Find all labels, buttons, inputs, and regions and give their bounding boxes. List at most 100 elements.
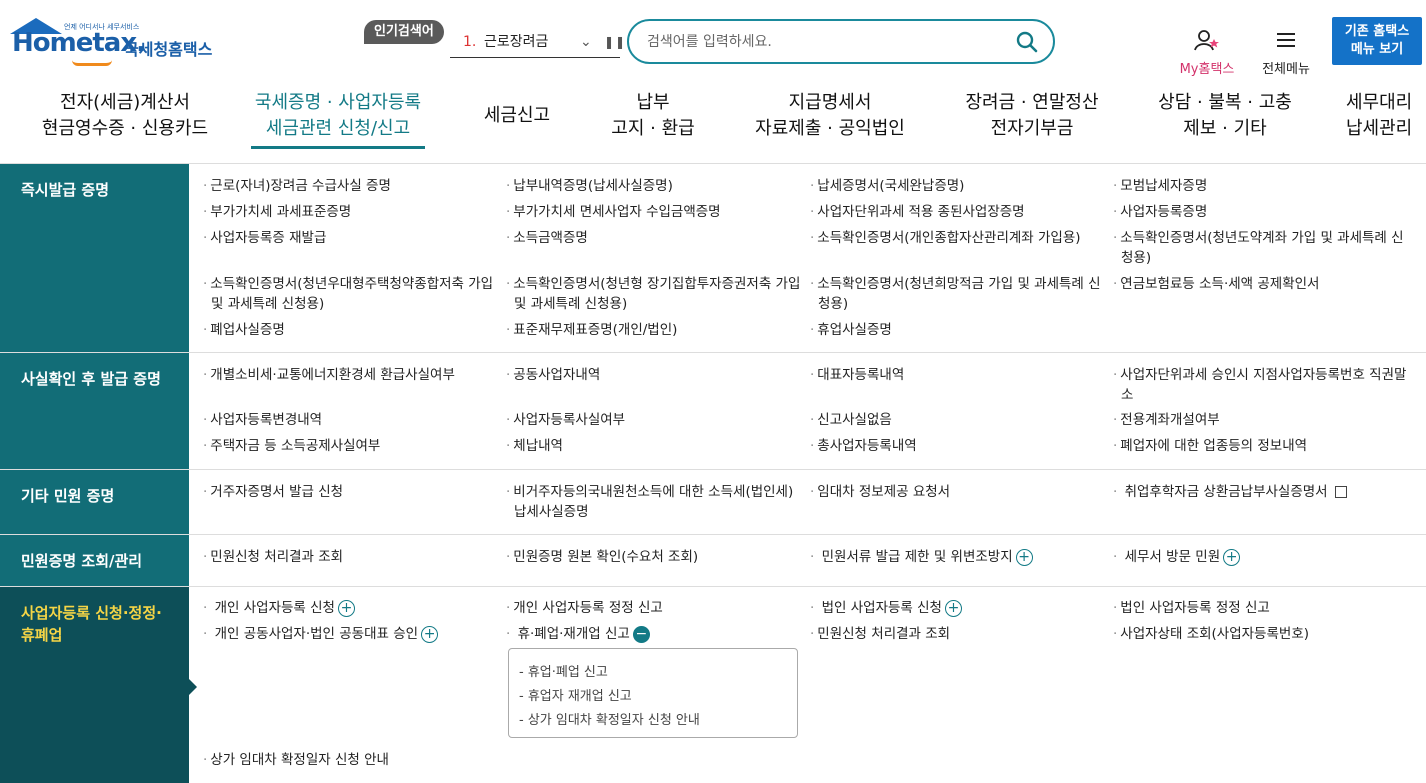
nav-item-incentive[interactable]: 장려금 · 연말정산 전자기부금 — [956, 90, 1108, 142]
menu-item[interactable]: 사업자단위과세 적용 종된사업장증명 — [810, 202, 1024, 222]
classic-label-1: 기존 홈택스 — [1344, 24, 1410, 39]
menu-item[interactable]: 소득확인증명서(청년도약계좌 가입 및 과세특례 신 — [1113, 228, 1403, 248]
menu-item[interactable]: 사업자단위과세 승인시 지점사업자등록번호 직권말 — [1113, 365, 1406, 385]
search-input[interactable] — [647, 29, 1007, 55]
menu-item[interactable]: 폐업자에 대한 업종등의 정보내역 — [1113, 436, 1307, 456]
user-icon — [1194, 30, 1219, 51]
menu-item-cont[interactable]: 소 — [1121, 385, 1133, 405]
menu-item[interactable]: 신고사실없음 — [810, 410, 892, 430]
menu-item[interactable]: 사업자등록사실여부 — [506, 410, 625, 430]
menu-item-cont[interactable]: 및 과세특례 신청용) — [514, 294, 627, 314]
menu-item[interactable]: 총사업자등록내역 — [810, 436, 916, 456]
nav-item-tax-report[interactable]: 세금신고 — [470, 103, 564, 129]
menu-item-cont[interactable]: 청용) — [1121, 248, 1151, 268]
menu-item[interactable]: 전용계좌개설여부 — [1113, 410, 1219, 430]
menu-item[interactable]: 소득금액증명 — [506, 228, 588, 248]
section-title-line2: 휴폐업 — [21, 626, 63, 644]
classic-label-2: 메뉴 보기 — [1350, 42, 1404, 57]
menu-item-label: 법인 사업자등록 신청 — [821, 600, 942, 616]
popular-search-select[interactable]: 1. 근로장려금 ⌄ ❚❚ — [450, 28, 625, 58]
menu-item[interactable]: 민원증명 원본 확인(수요처 조회) — [506, 547, 698, 567]
plus-icon[interactable]: + — [421, 625, 439, 643]
menu-item[interactable]: 부가가치세 과세표준증명 — [203, 202, 351, 222]
popular-rank: 1. — [463, 34, 477, 50]
search-icon[interactable] — [1015, 30, 1039, 54]
submenu-item[interactable]: - 상가 임대차 확정일자 신청 안내 — [519, 709, 700, 728]
nav-label-1: 세금신고 — [483, 105, 551, 126]
menu-item-expanded[interactable]: 휴·폐업·재개업 신고− — [506, 624, 650, 644]
menu-item[interactable]: 근로(자녀)장려금 수급사실 증명 — [203, 176, 391, 196]
classic-hometax-button[interactable]: 기존 홈택스 메뉴 보기 — [1332, 17, 1422, 65]
submenu-item[interactable]: - 휴업자 재개업 신고 — [519, 685, 632, 704]
menu-item[interactable]: 사업자상태 조회(사업자등록번호) — [1113, 624, 1309, 644]
menu-item[interactable]: 공동사업자내역 — [506, 365, 600, 385]
nav-item-consult[interactable]: 상담 · 불복 · 고충 제보 · 기타 — [1150, 90, 1300, 142]
nav-item-payment-statement[interactable]: 지급명세서 자료제출 · 공익법인 — [748, 90, 912, 142]
hometax-logo[interactable]: 언제 어디서나 세무서비스 Hometax. 국세청홈택스 — [8, 18, 228, 70]
menu-item[interactable]: 비거주자등의국내원천소득에 대한 소득세(법인세) — [506, 482, 793, 502]
all-menu-button[interactable]: 전체메뉴 — [1256, 28, 1316, 77]
menu-item-expandable[interactable]: 민원서류 발급 제한 및 위변조방지+ — [810, 547, 1033, 567]
menu-item[interactable]: 체납내역 — [506, 436, 563, 456]
menu-item[interactable]: 주택자금 등 소득공제사실여부 — [203, 436, 380, 456]
menu-item[interactable]: 민원신청 처리결과 조회 — [203, 547, 343, 567]
menu-item-label: 개인 사업자등록 신청 — [214, 600, 335, 616]
menu-item[interactable]: 거주자증명서 발급 신청 — [203, 482, 343, 502]
nav-item-payment[interactable]: 납부 고지 · 환급 — [600, 90, 706, 142]
nav-item-e-invoice[interactable]: 전자(세금)계산서 현금영수증 · 신용카드 — [30, 90, 220, 142]
menu-item-expandable[interactable]: 개인 사업자등록 신청+ — [203, 598, 355, 618]
menu-item[interactable]: 대표자등록내역 — [810, 365, 904, 385]
popular-search-badge: 인기검색어 — [364, 20, 444, 44]
menu-item[interactable]: 상가 임대차 확정일자 신청 안내 — [203, 750, 389, 770]
chevron-down-icon[interactable]: ⌄ — [580, 28, 592, 56]
menu-item-with-external[interactable]: 취업후학자금 상환금납부사실증명서 — [1113, 482, 1347, 502]
menu-item[interactable]: 모범납세자증명 — [1113, 176, 1207, 196]
menu-item[interactable]: 부가가치세 면세사업자 수입금액증명 — [506, 202, 720, 222]
logo-korean: 국세청홈택스 — [124, 40, 213, 59]
submenu-item[interactable]: - 휴업·폐업 신고 — [519, 661, 608, 680]
menu-item[interactable]: 소득확인증명서(청년희망적금 가입 및 과세특례 신 — [810, 274, 1100, 294]
menu-item-cont[interactable]: 및 과세특례 신청용) — [211, 294, 324, 314]
menu-item[interactable]: 휴업사실증명 — [810, 320, 892, 340]
section-title: 민원증명 조회/관리 — [0, 535, 189, 586]
my-hometax-label: My홈택스 — [1179, 62, 1235, 77]
nav-item-agent[interactable]: 세무대리 납세관리 — [1346, 90, 1426, 142]
menu-item-expandable[interactable]: 개인 공동사업자·법인 공동대표 승인+ — [203, 624, 439, 644]
minus-icon[interactable]: − — [632, 625, 650, 643]
menu-item[interactable]: 폐업사실증명 — [203, 320, 285, 340]
menu-item[interactable]: 납세증명서(국세완납증명) — [810, 176, 964, 196]
menu-item[interactable]: 표준재무제표증명(개인/법인) — [506, 320, 677, 340]
pause-icon[interactable]: ❚❚ — [604, 28, 626, 56]
menu-item[interactable]: 임대차 정보제공 요청서 — [810, 482, 950, 502]
section-other-certificates: 기타 민원 증명 거주자증명서 발급 신청 비거주자등의국내원천소득에 대한 소… — [0, 470, 1426, 535]
menu-item-expandable[interactable]: 세무서 방문 민원+ — [1113, 547, 1241, 567]
menu-item[interactable]: 민원신청 처리결과 조회 — [810, 624, 950, 644]
menu-item-cont[interactable]: 납세사실증명 — [514, 502, 589, 522]
menu-item[interactable]: 소득확인증명서(개인종합자산관리계좌 가입용) — [810, 228, 1080, 248]
menu-item[interactable]: 소득확인증명서(청년형 장기집합투자증권저축 가입 — [506, 274, 800, 294]
section-certificate-management: 민원증명 조회/관리 민원신청 처리결과 조회 민원증명 원본 확인(수요처 조… — [0, 535, 1426, 587]
menu-item[interactable]: 개인 사업자등록 정정 신고 — [506, 598, 663, 618]
plus-icon[interactable]: + — [944, 599, 962, 617]
nav-item-certificate[interactable]: 국세증명 · 사업자등록 세금관련 신청/신고 — [240, 90, 436, 142]
popular-term[interactable]: 근로장려금 — [484, 28, 548, 56]
menu-item[interactable]: 연금보험료등 소득·세액 공제확인서 — [1113, 274, 1319, 294]
menu-item[interactable]: 소득확인증명서(청년우대형주택청약종합저축 가입 — [203, 274, 493, 294]
nav-label-2: 납세관리 — [1346, 118, 1413, 139]
menu-item[interactable]: 납부내역증명(납세사실증명) — [506, 176, 673, 196]
plus-icon[interactable]: + — [1223, 548, 1241, 566]
menu-item[interactable]: 개별소비세·교통에너지환경세 환급사실여부 — [203, 365, 455, 385]
menu-item[interactable]: 사업자등록증 재발급 — [203, 228, 326, 248]
header: 언제 어디서나 세무서비스 Hometax. 국세청홈택스 인기검색어 1. 근… — [0, 0, 1426, 80]
menu-content: 즉시발급 증명 근로(자녀)장려금 수급사실 증명 납부내역증명(납세사실증명)… — [0, 164, 1426, 783]
menu-item-cont[interactable]: 청용) — [818, 294, 848, 314]
menu-item-expandable[interactable]: 법인 사업자등록 신청+ — [810, 598, 962, 618]
menu-item[interactable]: 법인 사업자등록 정정 신고 — [1113, 598, 1270, 618]
search-box — [627, 19, 1055, 64]
plus-icon[interactable]: + — [337, 599, 355, 617]
menu-item[interactable]: 사업자등록변경내역 — [203, 410, 322, 430]
external-link-icon — [1334, 486, 1347, 498]
my-hometax-button[interactable]: My홈택스 — [1172, 28, 1242, 77]
plus-icon[interactable]: + — [1015, 548, 1033, 566]
menu-item[interactable]: 사업자등록증명 — [1113, 202, 1207, 222]
